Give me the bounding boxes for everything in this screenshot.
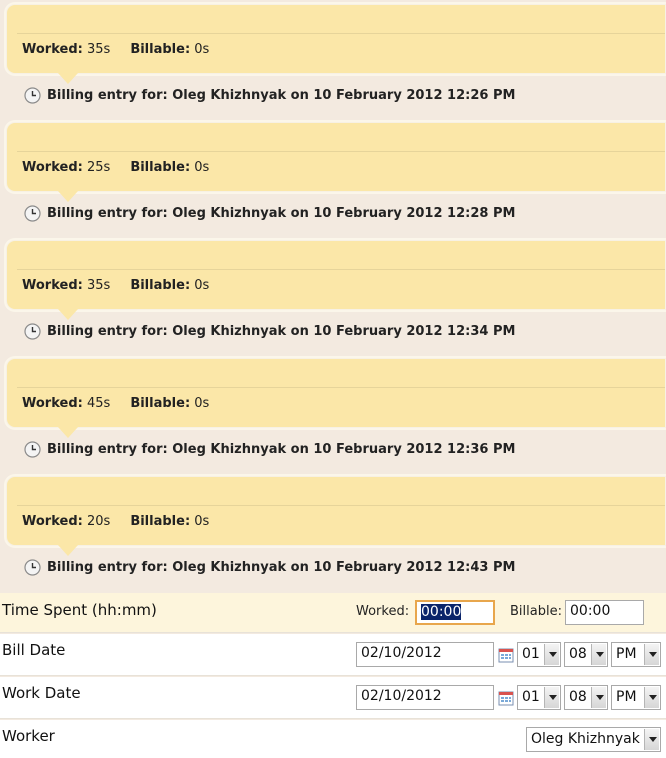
- chevron-down-icon: [544, 687, 559, 708]
- billable-input-label: Billable:: [510, 604, 562, 619]
- billable-input[interactable]: 00:00: [565, 600, 644, 625]
- calendar-icon[interactable]: [498, 690, 514, 706]
- worked-label: Worked:: [22, 160, 83, 175]
- entry-meta: Billing entry for: Oleg Khizhnyak on 10 …: [24, 440, 515, 458]
- billing-entry: Worked: 45s Billable: 0s Billing entry for…: [0, 356, 666, 474]
- clock-icon: [24, 86, 41, 104]
- worker-row: Worker Oleg Khizhnyak: [0, 720, 666, 758]
- billable-value: 0s: [194, 396, 210, 411]
- clock-icon: [24, 558, 41, 576]
- work-ampm-select[interactable]: PM: [611, 685, 661, 710]
- bill-date-row: Bill Date 02/10/2012 01 08 PM: [0, 634, 666, 676]
- time-spent-label: Time Spent (hh:mm): [2, 601, 157, 619]
- worked-label: Worked:: [22, 396, 83, 411]
- bubble-tail: [58, 73, 78, 84]
- bubble-tail: [58, 427, 78, 438]
- work-date-input[interactable]: 02/10/2012: [356, 685, 494, 710]
- entry-meta-text: Billing entry for: Oleg Khizhnyak on 10 …: [47, 441, 516, 457]
- billable-label: Billable:: [130, 278, 191, 293]
- billing-entry: Worked: 25s Billable: 0s Billing entry for…: [0, 120, 666, 238]
- chevron-down-icon: [644, 687, 659, 708]
- clock-icon: [24, 322, 41, 340]
- billing-entry: Worked: 35s Billable: 0s Billing entry for…: [0, 2, 666, 120]
- worked-value: 45s: [86, 396, 111, 411]
- entry-bubble: Worked: 25s Billable: 0s: [6, 122, 666, 192]
- entry-bubble: Worked: 35s Billable: 0s: [6, 4, 666, 74]
- worked-label: Worked:: [22, 514, 83, 529]
- worked-value: 35s: [86, 278, 111, 293]
- work-date-row: Work Date 02/10/2012 01 08 PM: [0, 677, 666, 719]
- calendar-icon[interactable]: [498, 647, 514, 663]
- worker-label: Worker: [2, 727, 55, 745]
- billing-entry: Worked: 20s Billable: 0s Billing entry for…: [0, 474, 666, 592]
- billable-label: Billable:: [130, 160, 191, 175]
- bubble-tail: [58, 309, 78, 320]
- billable-label: Billable:: [130, 514, 191, 529]
- entry-meta-text: Billing entry for: Oleg Khizhnyak on 10 …: [47, 559, 516, 575]
- chevron-down-icon: [644, 729, 659, 750]
- worked-value: 20s: [86, 514, 111, 529]
- billable-label: Billable:: [130, 396, 191, 411]
- entry-meta: Billing entry for: Oleg Khizhnyak on 10 …: [24, 558, 515, 576]
- entry-divider: [17, 33, 665, 34]
- chevron-down-icon: [591, 687, 606, 708]
- worked-input[interactable]: 00:00: [415, 600, 495, 625]
- bubble-tail: [58, 191, 78, 202]
- entry-summary: Worked: 35s Billable: 0s: [22, 278, 209, 293]
- entry-bubble: Worked: 45s Billable: 0s: [6, 358, 666, 428]
- entry-meta: Billing entry for: Oleg Khizhnyak on 10 …: [24, 322, 515, 340]
- bill-minute-select[interactable]: 08: [564, 642, 608, 667]
- clock-icon: [24, 204, 41, 222]
- work-minute-select[interactable]: 08: [564, 685, 608, 710]
- chevron-down-icon: [544, 644, 559, 665]
- entry-divider: [17, 151, 665, 152]
- entry-summary: Worked: 20s Billable: 0s: [22, 514, 209, 529]
- entry-meta: Billing entry for: Oleg Khizhnyak on 10 …: [24, 204, 515, 222]
- bill-date-label: Bill Date: [2, 641, 66, 659]
- work-hour-select[interactable]: 01: [517, 685, 561, 710]
- entry-summary: Worked: 25s Billable: 0s: [22, 160, 209, 175]
- bill-date-input[interactable]: 02/10/2012: [356, 642, 494, 667]
- billable-label: Billable:: [130, 42, 191, 57]
- billing-entry: Worked: 35s Billable: 0s Billing entry for…: [0, 238, 666, 356]
- worked-value: 35s: [86, 42, 111, 57]
- worker-select[interactable]: Oleg Khizhnyak: [526, 727, 661, 752]
- worked-label: Worked:: [22, 278, 83, 293]
- entry-bubble: Worked: 35s Billable: 0s: [6, 240, 666, 310]
- chevron-down-icon: [591, 644, 606, 665]
- chevron-down-icon: [644, 644, 659, 665]
- work-date-label: Work Date: [2, 684, 81, 702]
- worked-input-label: Worked:: [356, 604, 410, 619]
- billable-value: 0s: [194, 160, 210, 175]
- entry-meta-text: Billing entry for: Oleg Khizhnyak on 10 …: [47, 205, 516, 221]
- clock-icon: [24, 440, 41, 458]
- worked-value: 25s: [86, 160, 111, 175]
- entry-bubble: Worked: 20s Billable: 0s: [6, 476, 666, 546]
- entry-meta-text: Billing entry for: Oleg Khizhnyak on 10 …: [47, 323, 516, 339]
- bill-ampm-select[interactable]: PM: [611, 642, 661, 667]
- worked-label: Worked:: [22, 42, 83, 57]
- entry-divider: [17, 387, 665, 388]
- bubble-tail: [58, 545, 78, 556]
- entry-meta-text: Billing entry for: Oleg Khizhnyak on 10 …: [47, 87, 516, 103]
- billable-value: 0s: [194, 514, 210, 529]
- entry-meta: Billing entry for: Oleg Khizhnyak on 10 …: [24, 86, 515, 104]
- entry-summary: Worked: 45s Billable: 0s: [22, 396, 209, 411]
- billable-value: 0s: [194, 42, 210, 57]
- entry-divider: [17, 505, 665, 506]
- billable-value: 0s: [194, 278, 210, 293]
- time-spent-row: Time Spent (hh:mm) Worked: 00:00 Billabl…: [0, 593, 666, 633]
- entry-divider: [17, 269, 665, 270]
- bill-hour-select[interactable]: 01: [517, 642, 561, 667]
- entry-summary: Worked: 35s Billable: 0s: [22, 42, 209, 57]
